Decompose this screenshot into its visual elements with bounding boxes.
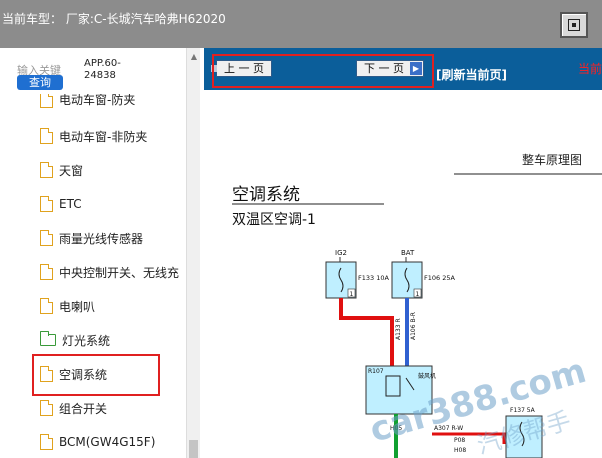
tree-item-label: 电喇叭 <box>59 299 96 314</box>
tree-item-5[interactable]: 中央控制开关、无线充 <box>40 262 186 282</box>
window-dot <box>572 23 576 27</box>
tree-item-label: 雨量光线传感器 <box>59 231 144 246</box>
tree-item-10[interactable]: BCM(GW4G15F) <box>40 432 155 452</box>
top-bar: 当前车型： 厂家:C-长城汽车哈弗H62020 <box>0 0 602 48</box>
h08-label: H08 <box>454 447 466 454</box>
content-panel: 上 一 页 下 一 页 ▶ [刷新当前页] 当前 整车原理图 空调系统 双温区空… <box>204 48 602 458</box>
file-icon <box>40 196 53 212</box>
file-icon <box>40 400 53 416</box>
relay-id: R107 <box>368 368 384 375</box>
tree-item-6[interactable]: 电喇叭 <box>40 296 95 316</box>
tree-item-label: 组合开关 <box>59 401 108 416</box>
fuse1-source: IG2 <box>335 249 347 257</box>
search-button[interactable]: 查询 <box>17 75 63 90</box>
diagram-subtitle: 双温区空调-1 <box>232 212 316 228</box>
tree-item-4[interactable]: 雨量光线传感器 <box>40 228 143 248</box>
tree-item-9[interactable]: 组合开关 <box>40 398 107 418</box>
p08-label: P08 <box>454 437 465 444</box>
tree-item-label: 中央控制开关、无线充 <box>59 265 180 280</box>
tree-item-3[interactable]: ETC <box>40 194 82 214</box>
tree-item-0[interactable]: 电动车窗-防夹 <box>40 94 135 108</box>
file-icon <box>40 264 53 280</box>
folder-icon <box>40 331 56 346</box>
file-icon <box>40 434 53 450</box>
tree-item-label: BCM(GW4G15F) <box>59 435 156 449</box>
wiring-diagram: 整车原理图 空调系统 双温区空调-1 IG2 1 F133 10A BAT 1 … <box>232 152 602 458</box>
tree-item-2[interactable]: 天窗 <box>40 160 83 180</box>
fuse1-label: F133 10A <box>358 274 389 282</box>
diagram-title: 空调系统 <box>232 185 300 205</box>
file-icon <box>40 230 53 246</box>
vehicle-model-title: 当前车型： 厂家:C-长城汽车哈弗H62020 <box>2 12 226 26</box>
left-panel: 输入关键 查询 APP.60- 24838 电动车窗-防夹 电动车窗-非防夹 天… <box>0 48 200 458</box>
scroll-thumb[interactable] <box>189 440 198 458</box>
tree-item-label: 天窗 <box>59 163 84 178</box>
diagram-header: 整车原理图 <box>522 152 582 167</box>
app-code: APP.60- 24838 <box>84 58 144 82</box>
file-icon <box>40 128 53 144</box>
wire-red <box>339 298 394 366</box>
refresh-page-link[interactable]: [刷新当前页] <box>436 66 507 83</box>
file-icon <box>40 162 53 178</box>
highlight-selected-item <box>32 354 160 396</box>
relay-text: 鼓风机 <box>418 372 436 380</box>
scroll-up-icon[interactable]: ▲ <box>187 52 201 62</box>
highlight-nav-buttons <box>212 54 434 88</box>
tree-item-7[interactable]: 灯光系统 <box>40 330 110 350</box>
tree-item-1[interactable]: 电动车窗-非防夹 <box>40 126 147 146</box>
file-icon <box>40 94 53 108</box>
tree-item-label: ETC <box>59 197 82 211</box>
fuse1-pin-label: 1 <box>350 291 354 298</box>
fuse2-source: BAT <box>401 249 415 257</box>
restore-window-button[interactable] <box>560 12 588 38</box>
wire1-label: A133 R <box>395 318 402 340</box>
fuse2-label: F106 25A <box>424 274 455 282</box>
wire2-label: A106 B-R <box>410 312 417 340</box>
tree-item-label: 电动车窗-非防夹 <box>59 129 148 144</box>
current-page-label: 当前 <box>578 62 602 76</box>
fuse2-pin-label: 1 <box>416 291 420 298</box>
file-icon <box>40 298 53 314</box>
app-code-line1: APP.60- <box>84 58 121 69</box>
tree-item-label: 电动车窗-防夹 <box>59 94 136 107</box>
left-scrollbar[interactable]: ▲ <box>186 48 200 458</box>
tree-item-label: 灯光系统 <box>62 333 111 348</box>
app-code-line2: 24838 <box>84 70 116 81</box>
